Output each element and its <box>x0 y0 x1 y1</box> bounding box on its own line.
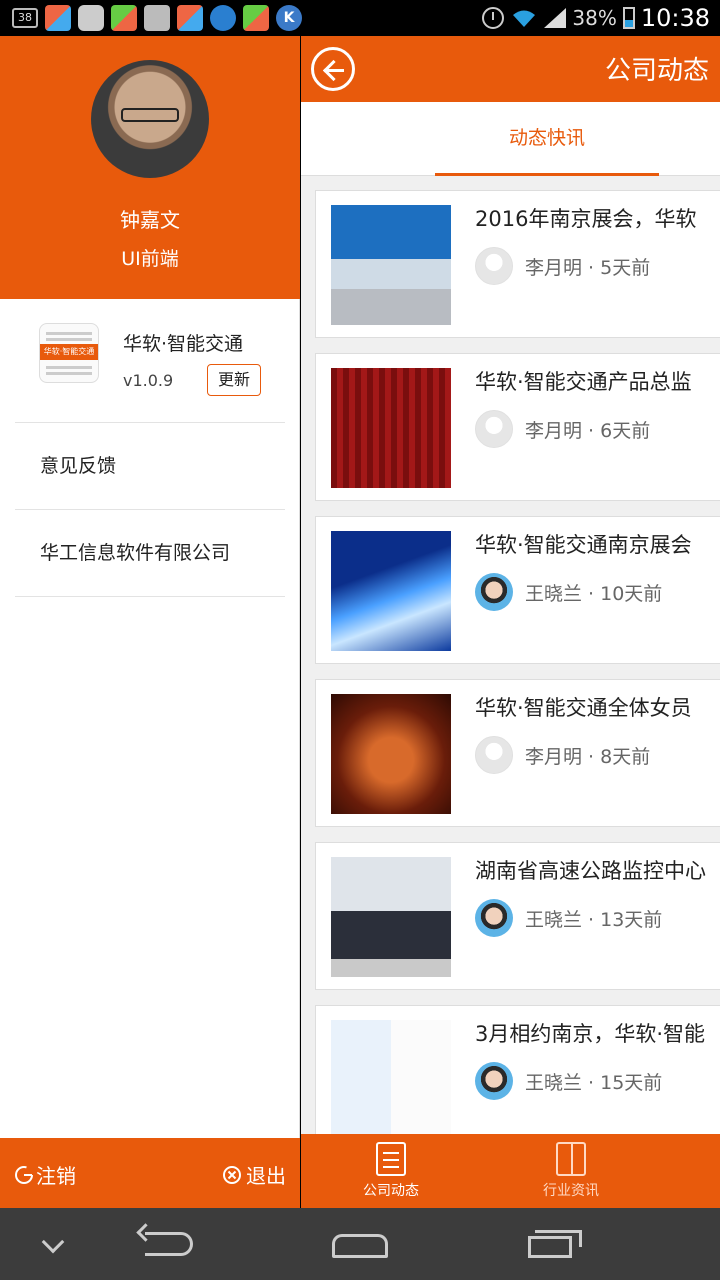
exit-label: 退出 <box>246 1164 286 1188</box>
app-icon <box>45 5 71 31</box>
author-avatar <box>475 410 513 448</box>
battery-icon <box>622 7 635 29</box>
drawer-footer: 注销 退出 <box>0 1138 300 1208</box>
battery-percent: 38% <box>572 6 617 30</box>
update-button[interactable]: 更新 <box>207 364 261 396</box>
news-meta: 李月明 · 6天前 <box>525 420 651 442</box>
tab-news-flash[interactable]: 动态快讯 <box>435 102 659 176</box>
tab-bar: 动态快讯 <box>301 102 720 176</box>
system-recents-icon[interactable] <box>528 1230 582 1258</box>
app-version: v1.0.9 <box>123 371 174 390</box>
author-avatar <box>475 899 513 937</box>
wifi-icon <box>513 10 536 27</box>
page-title: 公司动态 <box>605 56 710 86</box>
menu-item-company[interactable]: 华工信息软件有限公司 <box>15 510 285 597</box>
drawer-header: 钟嘉文 UI前端 <box>0 36 300 299</box>
news-thumbnail <box>331 694 451 814</box>
news-title: 华软·智能交通全体女员 <box>475 696 692 720</box>
news-meta: 王晓兰 · 15天前 <box>525 1072 663 1094</box>
glasses-icon <box>121 108 179 122</box>
logout-icon <box>15 1165 33 1184</box>
system-home-icon[interactable] <box>332 1234 388 1258</box>
top-app-bar: 公司动态 <box>301 36 720 102</box>
document-icon <box>376 1142 406 1176</box>
menu-item-feedback[interactable]: 意见反馈 <box>15 423 285 510</box>
app-icon <box>111 5 137 31</box>
alarm-icon <box>482 7 505 29</box>
news-thumbnail <box>331 1020 451 1140</box>
news-item[interactable]: 华软·智能交通南京展会 王晓兰 · 10天前 <box>315 516 720 664</box>
system-status: 38% 10:38 <box>482 2 710 34</box>
main-panel: 公司动态 动态快讯 2016年南京展会，华软 李月明 · 5天前 华软·智能交通… <box>301 36 720 1208</box>
notification-count-icon: 38 <box>12 8 38 28</box>
logout-label: 注销 <box>36 1164 76 1188</box>
news-item[interactable]: 湖南省高速公路监控中心 王晓兰 · 13天前 <box>315 842 720 990</box>
image-icon <box>144 5 170 31</box>
user-name: 钟嘉文 <box>120 208 180 232</box>
news-thumbnail <box>331 368 451 488</box>
app-icon <box>243 5 269 31</box>
exit-button[interactable]: 退出 <box>222 1160 286 1189</box>
news-title: 湖南省高速公路监控中心 <box>475 859 706 883</box>
logout-button[interactable]: 注销 <box>14 1160 76 1189</box>
status-bar: 38 K 38% 10:38 <box>0 0 720 36</box>
news-meta: 李月明 · 5天前 <box>525 257 651 279</box>
news-thumbnail <box>331 531 451 651</box>
news-title: 华软·智能交通产品总监 <box>475 370 692 394</box>
news-item[interactable]: 华软·智能交通产品总监 李月明 · 6天前 <box>315 353 720 501</box>
news-meta: 王晓兰 · 10天前 <box>525 583 663 605</box>
system-navigation-bar <box>0 1208 720 1280</box>
author-avatar <box>475 247 513 285</box>
user-role: UI前端 <box>121 248 179 270</box>
app-icon <box>177 5 203 31</box>
author-avatar <box>475 573 513 611</box>
navigation-drawer: 钟嘉文 UI前端 华软·智能交通 华软·智能交通 v1.0.9 更新 意见反馈 … <box>0 36 300 1208</box>
author-avatar <box>475 1062 513 1100</box>
app-logo-icon: 华软·智能交通 <box>39 323 99 383</box>
notification-icons: 38 K <box>12 4 302 32</box>
news-list: 2016年南京展会，华软 李月明 · 5天前 华软·智能交通产品总监 李月明 ·… <box>315 190 720 1168</box>
news-item[interactable]: 3月相约南京，华软·智能 王晓兰 · 15天前 <box>315 1005 720 1153</box>
news-title: 华软·智能交通南京展会 <box>475 533 692 557</box>
k-icon: K <box>276 5 302 31</box>
bottom-navigation: 公司动态 行业资讯 <box>301 1134 720 1208</box>
news-meta: 王晓兰 · 13天前 <box>525 909 663 931</box>
cloud-icon <box>210 5 236 31</box>
news-meta: 李月明 · 8天前 <box>525 746 651 768</box>
app-name: 华软·智能交通 <box>123 333 244 355</box>
news-thumbnail <box>331 205 451 325</box>
nav-industry-news[interactable]: 行业资讯 <box>501 1134 641 1208</box>
nav-label: 公司动态 <box>363 1183 419 1199</box>
nav-company-news[interactable]: 公司动态 <box>321 1134 461 1208</box>
clock-time: 10:38 <box>640 4 710 32</box>
system-back-icon[interactable] <box>145 1232 193 1256</box>
news-title: 2016年南京展会，华软 <box>475 207 697 231</box>
user-avatar[interactable] <box>91 60 209 178</box>
news-item[interactable]: 华软·智能交通全体女员 李月明 · 8天前 <box>315 679 720 827</box>
news-thumbnail <box>331 857 451 977</box>
signal-icon <box>544 8 567 28</box>
news-title: 3月相约南京，华软·智能 <box>475 1022 706 1046</box>
nav-label: 行业资讯 <box>543 1183 599 1199</box>
close-circle-icon <box>223 1165 241 1184</box>
news-item[interactable]: 2016年南京展会，华软 李月明 · 5天前 <box>315 190 720 338</box>
chevron-down-icon[interactable] <box>41 1230 65 1254</box>
author-avatar <box>475 736 513 774</box>
app-info-row: 华软·智能交通 华软·智能交通 v1.0.9 更新 <box>15 299 285 423</box>
back-arrow-icon[interactable] <box>311 47 355 91</box>
chat-icon <box>78 5 104 31</box>
book-icon <box>556 1142 586 1176</box>
